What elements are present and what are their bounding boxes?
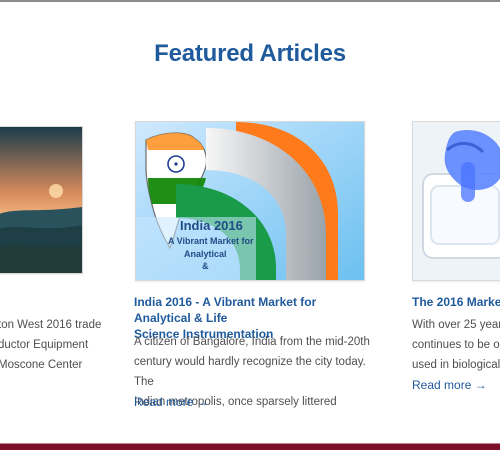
image-text-line4: & xyxy=(202,261,209,271)
article-excerpt-3: With over 25 years o continues to be one… xyxy=(412,319,500,371)
india-2016-graphic: India 2016 A Vibrant Market for Analytic… xyxy=(136,122,364,280)
lab-equipment-image xyxy=(413,122,500,280)
article-image-3[interactable] xyxy=(412,121,500,281)
section-title: Featured Articles xyxy=(154,40,346,67)
article-image-2[interactable]: India 2016 A Vibrant Market for Analytic… xyxy=(135,121,365,281)
article-excerpt-1: ton West 2016 trade ductor Equipment Mos… xyxy=(0,319,102,371)
article-image-1[interactable] xyxy=(0,126,83,274)
read-more-link-3[interactable]: Read more → xyxy=(412,378,487,392)
top-divider xyxy=(0,0,500,2)
image-text-line1: India 2016 xyxy=(180,218,243,233)
footer-bar xyxy=(0,444,500,450)
image-text-line3: Analytical xyxy=(184,249,227,259)
sunset-landscape-image xyxy=(0,127,82,273)
read-more-link-2[interactable]: Read more → xyxy=(134,395,209,409)
article-title-3[interactable]: The 2016 Market fo xyxy=(412,294,500,310)
image-text-line2: A Vibrant Market for xyxy=(168,236,254,246)
